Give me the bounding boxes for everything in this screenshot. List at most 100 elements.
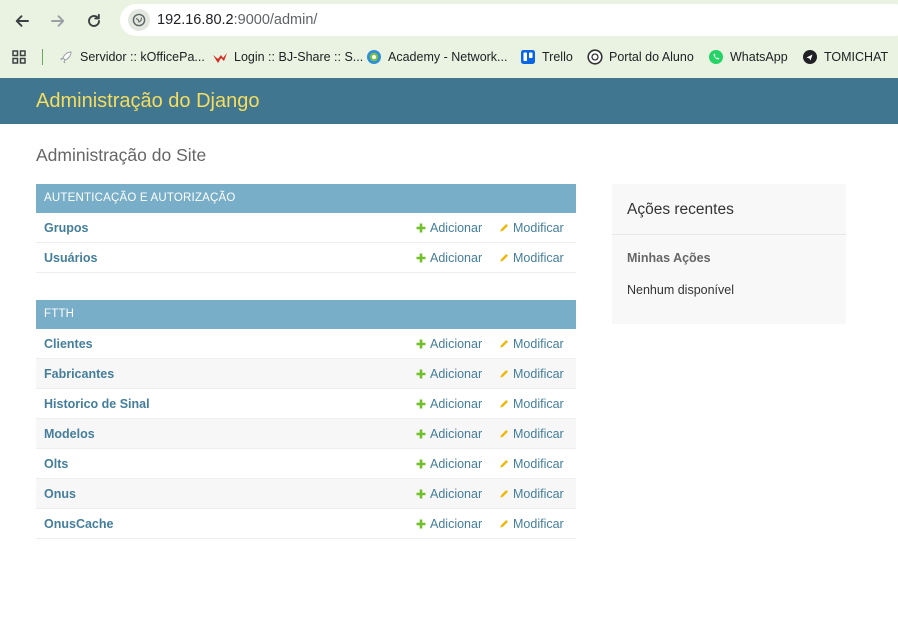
pencil-icon bbox=[499, 399, 509, 409]
change-link[interactable]: Modificar bbox=[499, 517, 564, 531]
rocket-icon bbox=[58, 49, 74, 65]
pencil-icon bbox=[499, 519, 509, 529]
add-label: Adicionar bbox=[430, 251, 483, 265]
plus-icon bbox=[416, 429, 426, 439]
bookmark-servidor[interactable]: Servidor :: kOfficePa... bbox=[58, 48, 205, 66]
model-link-historico-de-sinal[interactable]: Historico de Sinal bbox=[44, 397, 150, 411]
app-module-auth: AUTENTICAÇÃO E AUTORIZAÇÃO Grupos Adicio… bbox=[36, 184, 576, 273]
back-arrow-icon[interactable] bbox=[9, 8, 35, 34]
pencil-icon bbox=[499, 369, 509, 379]
whatsapp-icon bbox=[708, 49, 724, 65]
change-label: Modificar bbox=[513, 487, 564, 501]
plus-icon bbox=[416, 519, 426, 529]
portal-icon bbox=[587, 49, 603, 65]
add-link[interactable]: Adicionar bbox=[416, 367, 482, 381]
bookmark-whatsapp[interactable]: WhatsApp bbox=[708, 48, 788, 66]
bookmark-bj-share[interactable]: Login :: BJ-Share :: S... bbox=[212, 48, 363, 66]
pencil-icon bbox=[499, 489, 509, 499]
add-label: Adicionar bbox=[430, 337, 483, 351]
model-row: Modelos Adicionar Modificar bbox=[36, 419, 576, 449]
add-link[interactable]: Adicionar bbox=[416, 517, 482, 531]
change-link[interactable]: Modificar bbox=[499, 221, 564, 235]
bookmark-portal-aluno[interactable]: Portal do Aluno bbox=[587, 48, 694, 66]
add-link[interactable]: Adicionar bbox=[416, 487, 482, 501]
pencil-icon bbox=[499, 223, 509, 233]
bj-share-icon bbox=[212, 49, 228, 65]
change-link[interactable]: Modificar bbox=[499, 251, 564, 265]
add-link[interactable]: Adicionar bbox=[416, 337, 482, 351]
forward-arrow-icon[interactable] bbox=[45, 8, 71, 34]
model-link-onus[interactable]: Onus bbox=[44, 487, 76, 501]
change-label: Modificar bbox=[513, 517, 564, 531]
site-info-icon[interactable] bbox=[128, 9, 150, 31]
recent-actions-title: Ações recentes bbox=[627, 201, 734, 218]
change-link[interactable]: Modificar bbox=[499, 427, 564, 441]
add-link[interactable]: Adicionar bbox=[416, 457, 482, 471]
url-path: :9000/admin/ bbox=[233, 12, 318, 28]
model-row: Usuários Adicionar Modificar bbox=[36, 243, 576, 273]
site-brand-link[interactable]: Administração do Django bbox=[36, 90, 259, 113]
bookmark-label: TOMICHAT bbox=[824, 50, 889, 64]
plus-icon bbox=[416, 369, 426, 379]
change-label: Modificar bbox=[513, 337, 564, 351]
academy-icon bbox=[366, 49, 382, 65]
plus-icon bbox=[416, 223, 426, 233]
no-actions-text: Nenhum disponível bbox=[627, 283, 735, 297]
model-link-fabricantes[interactable]: Fabricantes bbox=[44, 367, 114, 381]
model-link-usuarios[interactable]: Usuários bbox=[44, 251, 98, 265]
change-label: Modificar bbox=[513, 397, 564, 411]
model-link-modelos[interactable]: Modelos bbox=[44, 427, 95, 441]
model-link-onuscache[interactable]: OnusCache bbox=[44, 517, 113, 531]
add-label: Adicionar bbox=[430, 397, 483, 411]
add-label: Adicionar bbox=[430, 457, 483, 471]
address-bar[interactable]: 192.16.80.2:9000/admin/ bbox=[120, 4, 898, 36]
pencil-icon bbox=[499, 429, 509, 439]
bookmark-trello[interactable]: Trello bbox=[520, 48, 573, 66]
pencil-icon bbox=[499, 459, 509, 469]
change-link[interactable]: Modificar bbox=[499, 367, 564, 381]
recent-actions-panel: Ações recentes Minhas Ações Nenhum dispo… bbox=[612, 184, 846, 324]
apps-grid-icon[interactable] bbox=[12, 50, 26, 64]
change-label: Modificar bbox=[513, 221, 564, 235]
plus-icon bbox=[416, 339, 426, 349]
bookmark-label: Login :: BJ-Share :: S... bbox=[234, 50, 364, 64]
trello-icon bbox=[520, 49, 536, 65]
my-actions-heading: Minhas Ações bbox=[627, 251, 711, 265]
url-text[interactable]: 192.16.80.2:9000/admin/ bbox=[157, 12, 317, 28]
model-row: Olts Adicionar Modificar bbox=[36, 449, 576, 479]
plus-icon bbox=[416, 459, 426, 469]
bookmark-label: WhatsApp bbox=[730, 50, 788, 64]
site-header: Administração do Django bbox=[0, 78, 898, 124]
app-module-ftth: FTTH Clientes Adicionar Modificar Fabric… bbox=[36, 300, 576, 539]
model-row: Onus Adicionar Modificar bbox=[36, 479, 576, 509]
change-label: Modificar bbox=[513, 427, 564, 441]
model-link-grupos[interactable]: Grupos bbox=[44, 221, 88, 235]
add-link[interactable]: Adicionar bbox=[416, 251, 482, 265]
add-link[interactable]: Adicionar bbox=[416, 427, 482, 441]
bookmark-tomichat[interactable]: TOMICHAT bbox=[802, 48, 888, 66]
app-caption[interactable]: AUTENTICAÇÃO E AUTORIZAÇÃO bbox=[36, 184, 576, 213]
add-link[interactable]: Adicionar bbox=[416, 397, 482, 411]
divider bbox=[612, 234, 846, 235]
model-link-clientes[interactable]: Clientes bbox=[44, 337, 93, 351]
app-caption[interactable]: FTTH bbox=[36, 300, 576, 329]
plus-icon bbox=[416, 253, 426, 263]
change-link[interactable]: Modificar bbox=[499, 487, 564, 501]
bookmark-label: Portal do Aluno bbox=[609, 50, 694, 64]
change-label: Modificar bbox=[513, 457, 564, 471]
add-label: Adicionar bbox=[430, 427, 483, 441]
bookmark-academy[interactable]: Academy - Network... bbox=[366, 48, 507, 66]
model-link-olts[interactable]: Olts bbox=[44, 457, 68, 471]
model-row: Clientes Adicionar Modificar bbox=[36, 329, 576, 359]
page-title: Administração do Site bbox=[36, 145, 207, 165]
plus-icon bbox=[416, 399, 426, 409]
pencil-icon bbox=[499, 253, 509, 263]
bookmark-label: Servidor :: kOfficePa... bbox=[80, 50, 205, 64]
change-link[interactable]: Modificar bbox=[499, 457, 564, 471]
change-link[interactable]: Modificar bbox=[499, 397, 564, 411]
pencil-icon bbox=[499, 339, 509, 349]
reload-icon[interactable] bbox=[81, 8, 107, 34]
url-host: 192.16.80.2 bbox=[157, 12, 234, 28]
add-link[interactable]: Adicionar bbox=[416, 221, 482, 235]
change-link[interactable]: Modificar bbox=[499, 337, 564, 351]
